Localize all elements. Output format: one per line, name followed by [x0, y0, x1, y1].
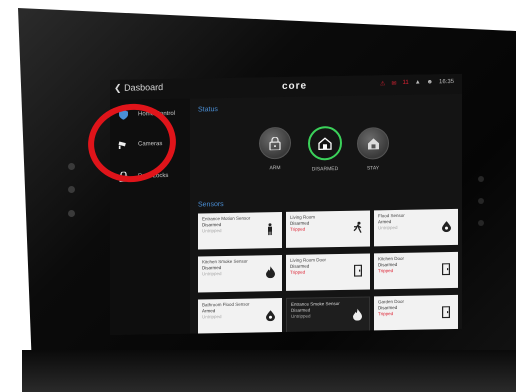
status-icons: ⚠ ✉ 11 ▲ ☻ 16:35: [380, 79, 454, 87]
sensor-card[interactable]: Bathroom Flood Sensor Armed Untripped: [198, 297, 282, 335]
door-icon: [440, 306, 452, 319]
device-sensor-dot: [68, 163, 75, 170]
home-icon: [308, 125, 342, 161]
sensor-card[interactable]: Living Room Disarmed Tripped: [286, 210, 370, 248]
mode-disarmed-button[interactable]: DISARMED: [302, 125, 348, 173]
device-sensor-dot: [478, 220, 484, 226]
app-logo: core: [282, 80, 308, 92]
mode-stay-button[interactable]: STAY: [350, 127, 396, 172]
mode-label: ARM: [269, 165, 281, 172]
drop-icon: [440, 220, 452, 232]
sensor-card[interactable]: Kitchen Door Disarmed Tripped: [374, 251, 458, 290]
device-sensor-dot: [68, 186, 75, 193]
mail-count: 11: [402, 79, 409, 86]
mode-label: STAY: [366, 165, 380, 172]
main-panel: Status ARM DISARMED STAY Sensors Entranc…: [194, 94, 462, 335]
sensor-card[interactable]: Kitchen Smoke Sensor Disarmed Untripped: [198, 254, 282, 293]
mode-arm-button[interactable]: ARM: [252, 126, 298, 172]
home-lock-icon: [357, 127, 389, 160]
back-label: Dasboard: [124, 82, 164, 93]
device-sensor-dot: [478, 198, 484, 204]
clock-time: 16:35: [438, 78, 454, 86]
sensor-card[interactable]: Entrance Motion Sensor Disarmed Untrippe…: [198, 211, 282, 250]
device-bottom-edge: [22, 350, 516, 392]
flame-icon: [264, 266, 276, 279]
status-section-title: Status: [198, 106, 218, 114]
person-icon: [264, 223, 276, 236]
sensor-card[interactable]: Flood Sensor Armed Untripped: [374, 208, 458, 247]
sensor-card[interactable]: Garden Door Disarmed Tripped: [374, 294, 458, 333]
door-icon: [440, 263, 452, 276]
device-sensor-dot: [68, 210, 75, 217]
drop-icon: [264, 309, 276, 321]
flame-icon: [351, 308, 363, 321]
door-icon: [352, 264, 364, 277]
back-button[interactable]: ❮ Dasboard: [114, 82, 163, 94]
alarm-icon[interactable]: ⚠: [380, 80, 385, 87]
sensor-card[interactable]: Entrance Smoke Sensor Disarmed Untripped: [286, 296, 370, 334]
mode-label: DISARMED: [311, 166, 339, 173]
network-icon: ▲: [414, 79, 421, 86]
sensor-card[interactable]: Living Room Door Disarmed Tripped: [286, 253, 370, 291]
running-person-icon: [352, 221, 364, 234]
sensors-section-title: Sensors: [198, 201, 224, 209]
chevron-left-icon: ❮: [114, 82, 122, 93]
mail-icon[interactable]: ✉: [391, 80, 396, 87]
touch-screen: ❮ Dasboard core ⚠ ✉ 11 ▲ ☻ 16:35 Home Co…: [110, 73, 462, 335]
users-icon[interactable]: ☻: [427, 79, 433, 86]
lock-icon: [259, 126, 291, 160]
device-sensor-dot: [478, 176, 484, 182]
